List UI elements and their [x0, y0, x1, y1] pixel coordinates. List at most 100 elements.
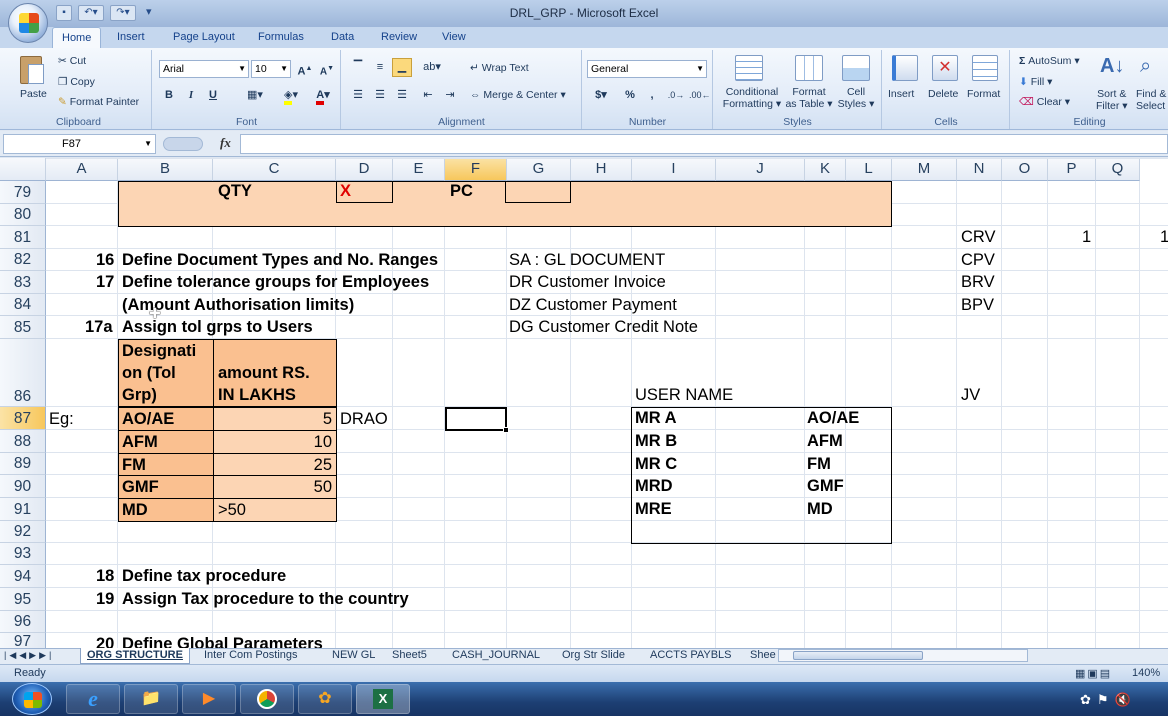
user-name-cell[interactable]: MR A [635, 407, 677, 429]
font-color-icon[interactable]: A▾ [308, 86, 338, 105]
column-header-n[interactable]: N [957, 158, 1002, 181]
sheet-tab[interactable]: ACCTS PAYBLS [644, 648, 738, 664]
step-title[interactable]: Assign Tax procedure to the country [122, 588, 409, 610]
font-name-combo[interactable]: Arial ▼ [159, 60, 249, 78]
delete-cells-icon[interactable]: ✕ [932, 55, 960, 83]
cut-button[interactable]: ✂ Cut [58, 55, 86, 67]
column-header-h[interactable]: H [571, 158, 632, 181]
user-group-cell[interactable]: AO/AE [807, 407, 859, 429]
increase-indent-icon[interactable]: ⇥ [440, 86, 460, 105]
internet-explorer-icon[interactable]: e [66, 684, 120, 714]
comma-button[interactable]: , [643, 86, 661, 105]
copy-button[interactable]: ❐ Copy [58, 76, 95, 88]
decrease-indent-icon[interactable]: ⇤ [418, 86, 438, 105]
column-header-k[interactable]: K [805, 158, 846, 181]
step-number[interactable]: 18 [96, 565, 114, 587]
user-group-cell[interactable]: FM [807, 453, 831, 475]
cell-jv[interactable]: JV [961, 384, 980, 406]
column-header-c[interactable]: C [213, 158, 336, 181]
row-header-82[interactable]: 82 [0, 249, 46, 271]
conditional-formatting-button[interactable]: Conditional Formatting ▾ [722, 86, 782, 110]
horizontal-scrollbar[interactable] [778, 649, 1028, 662]
column-header-o[interactable]: O [1002, 158, 1048, 181]
row-header-88[interactable]: 88 [0, 430, 46, 453]
column-header-f[interactable]: F [445, 158, 507, 181]
merge-center-button[interactable]: ⇔ Merge & Center ▾ [470, 89, 566, 101]
step-title[interactable]: Define tax procedure [122, 565, 286, 587]
paste-icon[interactable] [16, 54, 48, 86]
row-header-86[interactable]: 86 [0, 339, 46, 407]
tolerance-group-cell[interactable]: MD [118, 498, 214, 522]
insert-cells-button[interactable]: Insert [888, 88, 914, 100]
column-header-d[interactable]: D [336, 158, 393, 181]
row-header-97[interactable]: 97 [0, 633, 46, 648]
drao-value[interactable]: DRAO [340, 408, 388, 430]
cell-styles-button[interactable]: Cell Styles ▾ [836, 86, 876, 110]
grow-font-icon[interactable]: A▲ [295, 59, 315, 78]
wrap-text-button[interactable]: ↵ Wrap Text [470, 62, 529, 74]
number-format-combo[interactable]: General ▼ [587, 60, 707, 78]
sheet-tab[interactable]: ORG STRUCTURE [80, 648, 190, 664]
formula-bar-resize-handle[interactable] [163, 137, 203, 151]
tolerance-amount-cell[interactable]: >50 [213, 498, 337, 522]
column-header-q[interactable]: Q [1096, 158, 1140, 181]
align-right-icon[interactable]: ☰ [392, 86, 412, 105]
clear-button[interactable]: ⌫ Clear ▾ [1019, 96, 1070, 108]
row-header-95[interactable]: 95 [0, 588, 46, 611]
step-title[interactable]: Define Global Parameters [122, 633, 323, 648]
zoom-level[interactable]: 140% [1132, 667, 1160, 679]
row-header-80[interactable]: 80 [0, 204, 46, 226]
cell-crv[interactable]: CRV [961, 226, 996, 248]
flower-app-icon[interactable]: ✿ [298, 684, 352, 714]
sheet-tab[interactable]: Org Str Slide [556, 648, 631, 664]
scrollbar-thumb[interactable] [793, 651, 923, 660]
increase-decimal-icon[interactable]: .0→ [666, 86, 686, 105]
decrease-decimal-icon[interactable]: .00← [688, 86, 711, 105]
format-cells-icon[interactable] [972, 55, 1000, 83]
conditional-formatting-icon[interactable] [735, 55, 765, 83]
worksheet-grid[interactable]: ABCDEFGHIJKLMNOPQ 79 80 81 82 83 84 85 86 87 88 89… [0, 158, 1168, 648]
sort-filter-button[interactable]: Sort & Filter ▾ [1096, 88, 1128, 112]
media-player-icon[interactable]: ▶ [182, 684, 236, 714]
step-number[interactable]: 19 [96, 588, 114, 610]
sheet-tab[interactable]: Sheet5 [386, 648, 433, 664]
start-button[interactable] [12, 683, 52, 715]
qat-customize-icon[interactable]: ▾ [146, 5, 152, 18]
insert-function-icon[interactable]: fx [220, 135, 231, 151]
fill-color-icon[interactable]: ◈▾ [276, 86, 306, 105]
italic-button[interactable]: I [182, 86, 200, 105]
delete-cells-button[interactable]: Delete [928, 88, 958, 100]
user-name-cell[interactable]: MR B [635, 430, 677, 452]
row-header-93[interactable]: 93 [0, 543, 46, 565]
active-cell-f87[interactable] [445, 407, 509, 433]
sheet-tab[interactable]: Inter Com Postings [198, 648, 304, 664]
cell-cpv[interactable]: CPV [961, 249, 995, 271]
step-title[interactable]: Define Document Types and No. Ranges [122, 249, 438, 271]
align-middle-icon[interactable]: ≡ [370, 58, 390, 77]
row-header-83[interactable]: 83 [0, 271, 46, 294]
cell-q81[interactable]: 1 [1160, 226, 1168, 248]
align-left-icon[interactable]: ☰ [348, 86, 368, 105]
name-box[interactable]: F87 ▼ [3, 134, 156, 154]
row-header-85[interactable]: 85 [0, 316, 46, 339]
column-header-i[interactable]: I [632, 158, 716, 181]
currency-button[interactable]: $▾ [588, 86, 614, 105]
underline-button[interactable]: U [204, 86, 222, 105]
row-header-92[interactable]: 92 [0, 521, 46, 543]
insert-cells-icon[interactable] [892, 55, 920, 83]
borders-icon[interactable]: ▦▾ [240, 86, 270, 105]
orientation-icon[interactable]: ab▾ [418, 58, 446, 77]
binoculars-icon[interactable]: ⌕ [1140, 55, 1151, 78]
folder-icon[interactable]: 📁 [124, 684, 178, 714]
format-painter-button[interactable]: ✎ Format Painter [58, 96, 139, 108]
user-name-cell[interactable]: MRE [635, 498, 672, 520]
column-header-j[interactable]: J [716, 158, 805, 181]
designation-header[interactable]: Designati on (Tol Grp) [118, 339, 214, 407]
row-header-96[interactable]: 96 [0, 611, 46, 633]
office-button[interactable] [8, 3, 48, 43]
tolerance-group-cell[interactable]: AO/AE [118, 407, 214, 431]
bold-button[interactable]: B [160, 86, 178, 105]
column-header-m[interactable]: M [892, 158, 957, 181]
sheet-tab[interactable]: NEW GL [326, 648, 381, 664]
tolerance-group-cell[interactable]: AFM [118, 430, 214, 454]
